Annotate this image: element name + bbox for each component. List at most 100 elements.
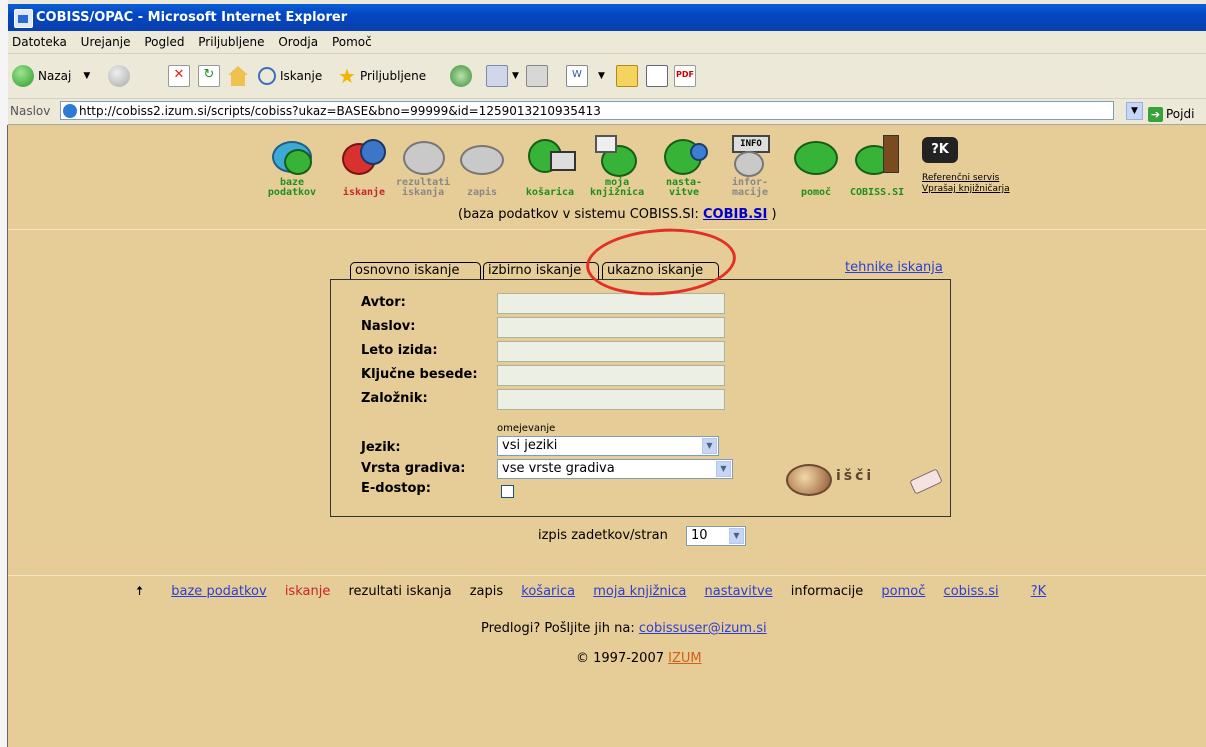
window-title-bar: COBISS/OPAC - Microsoft Internet Explore… [8, 4, 1206, 31]
bottom-link-moja-knjiznica[interactable]: moja knjižnica [593, 584, 686, 599]
mail-button[interactable]: ▼ [486, 64, 519, 88]
nav-cobiss-si[interactable]: COBISS.SI [850, 135, 904, 198]
dropdown-arrow-icon: ▼ [598, 71, 605, 81]
results-per-page-value: 10 [691, 528, 708, 543]
divider [8, 575, 1206, 576]
home-button[interactable] [228, 64, 248, 88]
menu-pomoc[interactable]: Pomoč [332, 35, 372, 49]
search-button[interactable]: Iskanje [258, 64, 322, 88]
info-icon: INFO [724, 135, 776, 177]
nav-zapis[interactable]: zapis [456, 135, 508, 198]
copyright-line: © 1997-2007 IZUM [576, 651, 702, 666]
home-icon [228, 66, 248, 86]
search-techniques-link[interactable]: tehnike iskanja [845, 260, 943, 275]
bottom-link-qk[interactable]: ?K [1031, 584, 1046, 599]
email-link[interactable]: cobissuser@izum.si [639, 621, 767, 636]
bottom-link-rezultati-iskanja: rezultati iskanja [348, 584, 452, 599]
eraser-icon[interactable] [909, 468, 943, 495]
chevron-down-icon: ▼ [729, 528, 744, 544]
db-link[interactable]: COBIB.SI [703, 207, 767, 222]
tab-osnovno-iskanje[interactable]: osnovno iskanje [350, 262, 481, 279]
edit-button[interactable]: W ▼ [566, 64, 605, 88]
bottom-link-pomoc[interactable]: pomoč [881, 584, 925, 599]
nav-rezultati-iskanja[interactable]: rezultati iskanja [396, 135, 450, 198]
material-label: Vrsta gradiva: [361, 461, 466, 476]
publisher-input[interactable] [497, 389, 725, 410]
nav-kosarica[interactable]: košarica [524, 135, 576, 198]
bottom-link-kosarica[interactable]: košarica [521, 584, 575, 599]
title-input[interactable] [497, 317, 725, 338]
favorites-button[interactable]: ★ Priljubljene [338, 64, 426, 88]
page-content: baze podatkov iskanje rezultati iskanja … [8, 125, 1206, 747]
goal-results-icon [397, 135, 449, 175]
refresh-button[interactable]: ↻ [198, 64, 220, 88]
search-submit-button[interactable]: išči [786, 460, 894, 498]
language-select[interactable]: vsi jeziki ▼ [497, 436, 719, 456]
browser-toolbar: Nazaj ▼ ✕ ↻ Iskanje ★ Priljubljene ▼ W ▼… [8, 54, 1206, 99]
nav-label-2: košarica [525, 187, 575, 198]
forward-arrow-icon [108, 65, 130, 87]
my-library-icon [591, 135, 643, 177]
nav-iskanje[interactable]: iskanje [338, 135, 390, 198]
nav-informacije[interactable]: INFO infor- macije [724, 135, 776, 198]
eaccess-label: E-dostop: [361, 481, 431, 496]
ie-app-icon [14, 9, 33, 28]
eaccess-checkbox[interactable] [501, 485, 514, 498]
print-button[interactable] [526, 64, 548, 88]
results-per-page-select[interactable]: 10 ▼ [686, 526, 746, 546]
author-label: Avtor: [361, 295, 406, 310]
address-dropdown-button[interactable]: ▼ [1126, 102, 1143, 120]
nav-label-2: pomoč [800, 187, 832, 198]
nav-pomoc[interactable]: pomoč [790, 135, 842, 198]
izum-link[interactable]: IZUM [668, 651, 701, 666]
menu-pogled[interactable]: Pogled [144, 35, 184, 49]
nav-label-2: iskanje [342, 187, 386, 198]
messenger-button[interactable] [646, 64, 668, 88]
bottom-link-nastavitve[interactable]: nastavitve [705, 584, 773, 599]
up-arrow-icon[interactable]: 🠅 [136, 584, 143, 599]
history-button[interactable] [450, 64, 472, 88]
nav-label-2: COBISS.SI [850, 187, 905, 198]
menu-urejanje[interactable]: Urejanje [81, 35, 131, 49]
menu-orodja[interactable]: Orodja [278, 35, 318, 49]
word-icon: W [566, 65, 588, 87]
bottom-nav: 🠅 baze podatkov iskanje rezultati iskanj… [136, 582, 1060, 604]
menu-bar: Datoteka Urejanje Pogled Priljubljene Or… [8, 31, 1206, 54]
ref-service-link[interactable]: Referenčni servis Vprašaj knjižničarja [922, 173, 1010, 195]
pdf-icon: PDF [674, 65, 696, 87]
go-button[interactable]: ➔ Pojdi [1148, 102, 1194, 127]
stop-button[interactable]: ✕ [168, 64, 190, 88]
pdf-button[interactable]: PDF [674, 64, 696, 88]
dropdown-arrow-icon: ▼ [83, 71, 91, 81]
keywords-input[interactable] [497, 365, 725, 386]
star-icon: ★ [338, 64, 356, 88]
year-input[interactable] [497, 341, 725, 362]
bottom-link-baze-podatkov[interactable]: baze podatkov [171, 584, 266, 599]
dropdown-arrow-icon: ▼ [512, 71, 519, 81]
nav-baze-podatkov[interactable]: baze podatkov [266, 135, 318, 198]
nav-nastavitve[interactable]: nasta- vitve [658, 135, 710, 198]
search-label: Iskanje [280, 69, 323, 83]
forward-button[interactable] [108, 64, 130, 88]
address-input[interactable]: http://cobiss2.izum.si/scripts/cobiss?uk… [60, 101, 1114, 120]
tab-izbirno-iskanje[interactable]: izbirno iskanje [483, 262, 599, 279]
folder-button[interactable] [616, 64, 638, 88]
material-value: vse vrste gradiva [502, 461, 615, 476]
bottom-link-informacije: informacije [790, 584, 864, 599]
limit-label: omejevanje [497, 423, 556, 434]
menu-datoteka[interactable]: Datoteka [12, 35, 67, 49]
publisher-label: Založnik: [361, 391, 428, 406]
address-bar: Naslov http://cobiss2.izum.si/scripts/co… [8, 99, 1206, 125]
qk-icon[interactable]: ?K [922, 137, 958, 163]
favorites-label: Priljubljene [359, 69, 427, 83]
search-button-label: išči [836, 468, 875, 484]
menu-priljubljene[interactable]: Priljubljene [198, 35, 264, 49]
bottom-link-iskanje[interactable]: iskanje [285, 584, 331, 599]
bottom-link-cobiss-si[interactable]: cobiss.si [944, 584, 999, 599]
nav-label-2: knjižnica [590, 187, 645, 198]
nav-moja-knjiznica[interactable]: moja knjižnica [590, 135, 644, 198]
db-info-prefix: (baza podatkov v sistemu COBISS.SI: [458, 207, 703, 222]
back-button[interactable]: Nazaj ▼ [12, 64, 90, 88]
material-select[interactable]: vse vrste gradiva ▼ [497, 459, 733, 479]
author-input[interactable] [497, 293, 725, 314]
